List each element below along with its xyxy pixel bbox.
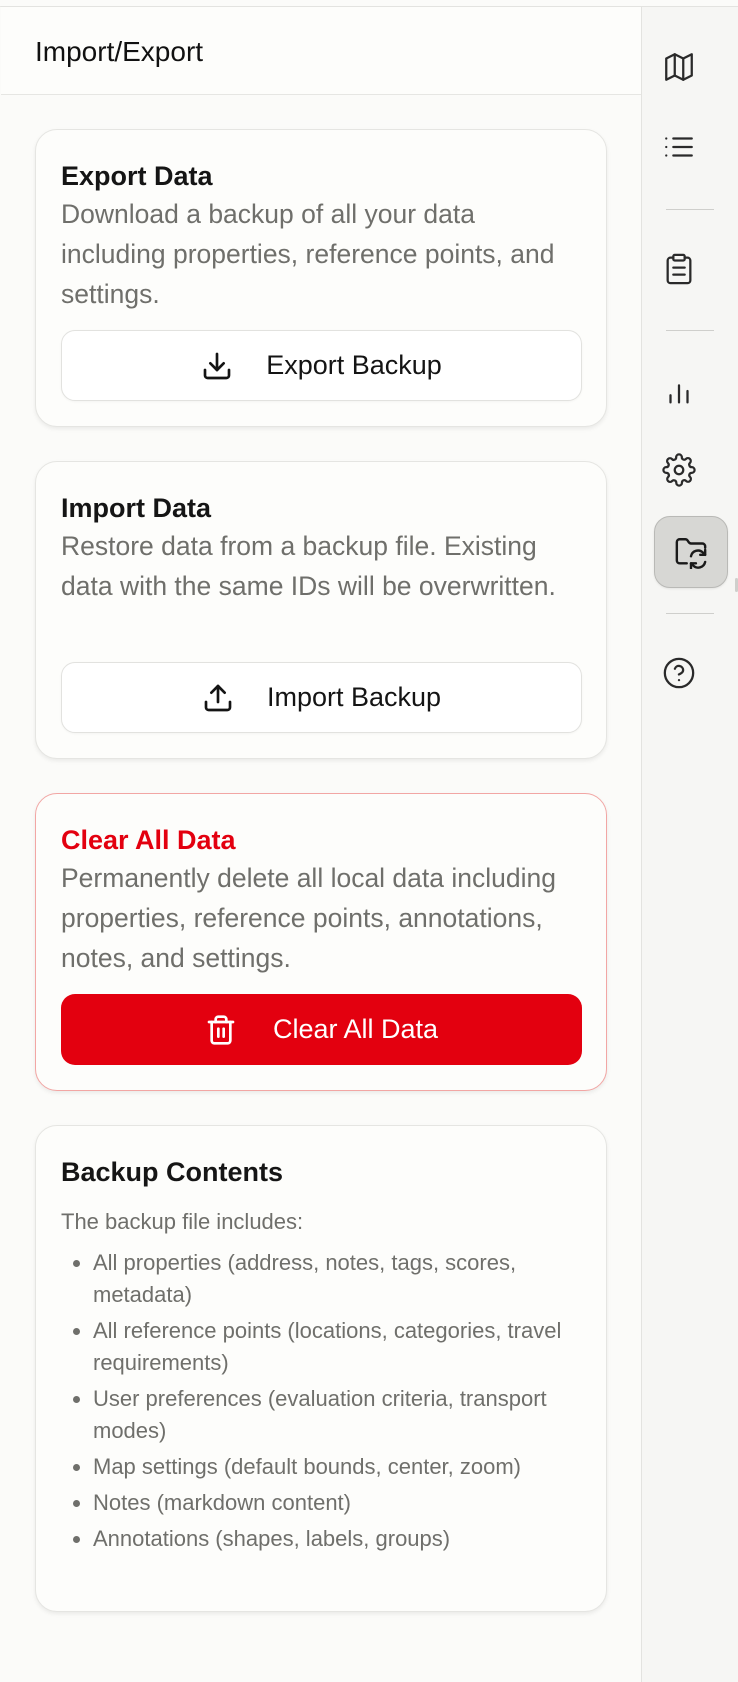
clear-all-data-button[interactable]: Clear All Data [61, 994, 582, 1065]
side-rail [642, 7, 738, 1682]
bar-chart-icon [662, 374, 696, 408]
page-title: Import/Export [35, 36, 204, 67]
list-item: All reference points (locations, categor… [61, 1315, 581, 1379]
map-icon [662, 50, 696, 84]
rail-chart-button[interactable] [631, 354, 727, 428]
gear-icon [662, 453, 696, 487]
list-icon [662, 130, 696, 164]
clear-data-title: Clear All Data [61, 825, 236, 855]
backup-contents-intro: The backup file includes: [61, 1209, 304, 1234]
backup-contents-list: All properties (address, notes, tags, sc… [61, 1247, 581, 1559]
help-circle-icon [662, 656, 696, 690]
folder-sync-icon [674, 535, 708, 569]
backup-contents-title: Backup Contents [61, 1157, 284, 1187]
upload-icon [202, 682, 234, 714]
list-item: User preferences (evaluation criteria, t… [61, 1383, 581, 1447]
import-description: Restore data from a backup file. Existin… [61, 531, 556, 601]
trash-icon [205, 1014, 237, 1046]
rail-clipboard-button[interactable] [631, 232, 727, 306]
download-icon [201, 350, 233, 382]
export-title: Export Data [61, 161, 213, 191]
backup-contents-card: Backup Contents The backup file includes… [35, 1125, 607, 1612]
rail-list-button[interactable] [631, 110, 727, 184]
rail-divider [666, 330, 714, 331]
import-backup-button[interactable]: Import Backup [61, 662, 582, 733]
export-description: Download a backup of all your data inclu… [61, 199, 555, 309]
clear-data-card: Clear All Data Permanently delete all lo… [35, 793, 607, 1091]
rail-map-button[interactable] [631, 30, 727, 104]
list-item: Annotations (shapes, labels, groups) [61, 1523, 581, 1555]
import-card: Import Data Restore data from a backup f… [35, 461, 607, 759]
import-title: Import Data [61, 493, 212, 523]
panel-header: Import/Export [1, 7, 641, 95]
list-item: All properties (address, notes, tags, sc… [61, 1247, 581, 1311]
rail-divider [666, 613, 714, 614]
list-item: Notes (markdown content) [61, 1487, 581, 1519]
rail-help-button[interactable] [631, 636, 727, 710]
list-item: Map settings (default bounds, center, zo… [61, 1451, 581, 1483]
rail-settings-button[interactable] [631, 433, 727, 507]
export-backup-label: Export Backup [266, 350, 442, 380]
export-card: Export Data Download a backup of all you… [35, 129, 607, 427]
export-backup-button[interactable]: Export Backup [61, 330, 582, 401]
rail-divider [666, 209, 714, 210]
rail-import-export-button[interactable] [654, 516, 728, 588]
clipboard-icon [662, 252, 696, 286]
clear-all-data-label: Clear All Data [272, 1014, 439, 1044]
import-backup-label: Import Backup [266, 682, 442, 712]
clear-data-description: Permanently delete all local data includ… [61, 863, 556, 973]
